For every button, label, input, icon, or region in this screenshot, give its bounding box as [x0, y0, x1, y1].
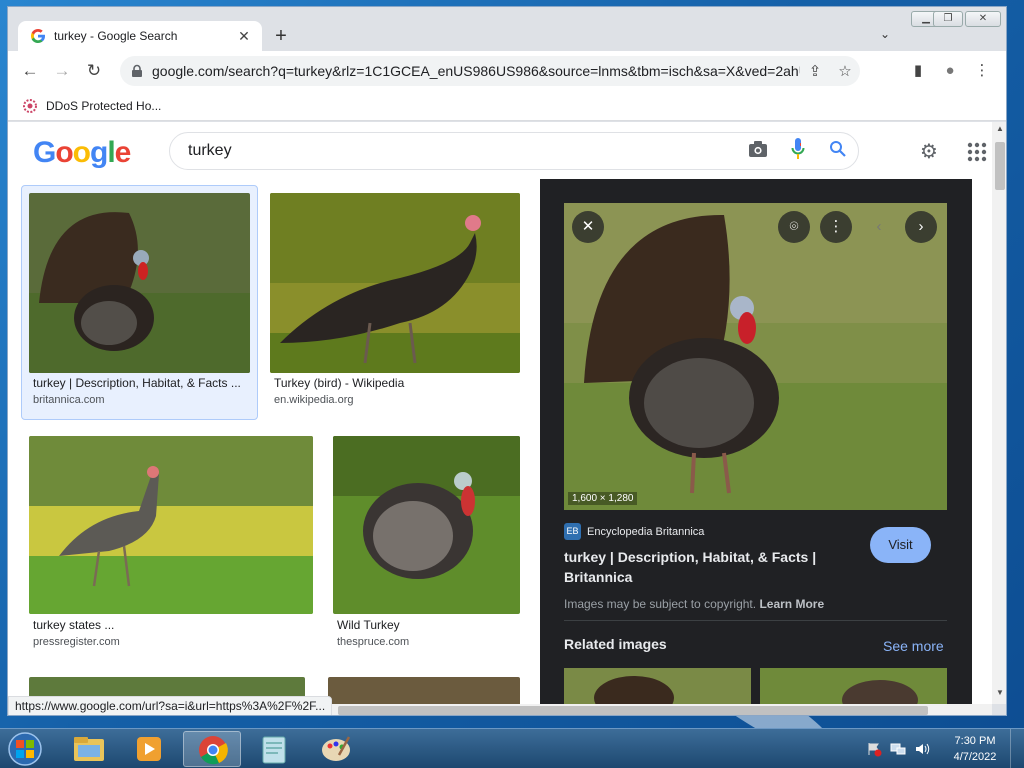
previous-image-icon[interactable]: ‹ — [863, 211, 895, 243]
google-lens-icon[interactable]: ⌾ — [778, 211, 810, 243]
search-box[interactable]: turkey — [169, 132, 859, 170]
scroll-down-arrow-icon[interactable]: ▼ — [992, 688, 1006, 697]
google-header: Google turkey ⚙ — [8, 122, 992, 179]
tab-search-icon[interactable]: ⌄ — [880, 27, 890, 41]
media-player-taskbar-icon[interactable] — [121, 731, 179, 767]
settings-gear-icon[interactable]: ⚙ — [916, 139, 942, 165]
result-title[interactable]: Turkey (bird) - Wikipedia — [274, 376, 514, 390]
close-window-button[interactable]: ✕ — [965, 11, 1001, 27]
preview-image[interactable] — [564, 203, 947, 510]
related-images-heading: Related images — [564, 636, 667, 652]
result-image-turkey-pressregister[interactable] — [29, 436, 313, 614]
result-source: pressregister.com — [33, 636, 120, 648]
status-bar-url: https://www.google.com/url?sa=i&url=http… — [8, 696, 333, 715]
search-input[interactable]: turkey — [188, 142, 738, 160]
address-bar[interactable]: google.com/search?q=turkey&rlz=1C1GCEA_e… — [120, 56, 860, 86]
result-image-turkey-thespruce[interactable] — [333, 436, 520, 614]
browser-toolbar: ← → ↻ google.com/search?q=turkey&rlz=1C1… — [8, 51, 1006, 91]
result-title[interactable]: turkey states ... — [33, 618, 303, 632]
share-icon[interactable]: ⇪ — [800, 62, 830, 80]
url-text[interactable]: google.com/search?q=turkey&rlz=1C1GCEA_e… — [152, 63, 800, 79]
start-button[interactable] — [2, 730, 48, 768]
tab-strip: turkey - Google Search ✕ + ⌄ ▁ ❐ ✕ — [8, 7, 1006, 51]
result-image-partial[interactable] — [328, 677, 520, 704]
browser-window: turkey - Google Search ✕ + ⌄ ▁ ❐ ✕ ← → ↻… — [7, 6, 1007, 716]
result-source: thespruce.com — [337, 636, 410, 648]
ddos-favicon-icon — [23, 98, 37, 113]
tab-close-icon[interactable]: ✕ — [236, 28, 252, 45]
image-dimensions: 1,600 × 1,280 — [568, 492, 638, 505]
source-row[interactable]: EB Encyclopedia Britannica — [564, 523, 704, 540]
system-clock[interactable]: 7:30 PM 4/7/2022 — [945, 733, 1005, 765]
search-icon[interactable] — [818, 140, 858, 163]
lock-icon — [132, 64, 142, 77]
result-image-turkey-wikipedia[interactable] — [270, 193, 520, 373]
microphone-icon[interactable] — [778, 137, 818, 165]
result-source: britannica.com — [33, 394, 105, 406]
britannica-logo-icon: EB — [564, 523, 581, 540]
image-preview-panel: ✕ ⌾ ⋮ ‹ › 1,600 × 1,280 EB Encyclopedia … — [540, 179, 972, 704]
copyright-text: Images may be subject to copyright. — [564, 597, 757, 611]
google-apps-icon[interactable] — [964, 139, 990, 165]
page-viewport: Google turkey ⚙ turkey | Description, Ha… — [8, 122, 992, 704]
google-favicon-icon — [31, 29, 45, 43]
learn-more-link[interactable]: Learn More — [759, 597, 824, 611]
bookmarks-bar: DDoS Protected Ho... — [8, 91, 1006, 121]
new-tab-button[interactable]: + — [270, 25, 292, 47]
camera-search-icon[interactable] — [738, 140, 778, 163]
side-panel-icon[interactable]: ▮ — [905, 58, 931, 84]
show-desktop-button[interactable] — [1010, 729, 1024, 768]
scroll-up-arrow-icon[interactable]: ▲ — [992, 124, 1006, 133]
next-image-icon[interactable]: › — [905, 211, 937, 243]
related-image[interactable] — [564, 668, 751, 704]
page-vertical-scrollbar[interactable]: ▲ ▼ — [992, 122, 1006, 704]
forward-icon[interactable]: → — [48, 57, 76, 85]
network-icon[interactable] — [890, 741, 906, 757]
horizontal-scroll-thumb[interactable] — [338, 706, 928, 715]
tab-google-search[interactable]: turkey - Google Search ✕ — [18, 21, 262, 51]
see-more-link[interactable]: See more — [883, 638, 944, 654]
volume-icon[interactable] — [914, 741, 930, 757]
bookmark-ddos-protected[interactable]: DDoS Protected Ho... — [46, 99, 161, 113]
related-image[interactable] — [760, 668, 947, 704]
image-results-grid: turkey | Description, Habitat, & Facts .… — [8, 179, 538, 704]
source-name[interactable]: Encyclopedia Britannica — [587, 526, 704, 538]
back-icon[interactable]: ← — [16, 57, 44, 85]
profile-icon[interactable]: ● — [937, 58, 963, 84]
result-title[interactable]: Wild Turkey — [337, 618, 517, 632]
explorer-taskbar-icon[interactable] — [60, 731, 118, 767]
result-image-turkey-britannica[interactable] — [29, 193, 250, 373]
paint-taskbar-icon[interactable] — [307, 731, 365, 767]
result-title[interactable]: turkey | Description, Habitat, & Facts .… — [33, 376, 248, 390]
visit-button[interactable]: Visit — [870, 527, 931, 563]
chrome-taskbar-icon[interactable] — [183, 731, 241, 767]
clock-time: 7:30 PM — [954, 735, 996, 747]
bookmark-star-icon[interactable]: ☆ — [830, 62, 860, 80]
tab-title: turkey - Google Search — [54, 29, 178, 43]
restore-button[interactable]: ❐ — [933, 11, 963, 27]
clock-date: 4/7/2022 — [953, 751, 997, 763]
windows-taskbar: 7:30 PM 4/7/2022 — [0, 728, 1024, 768]
google-logo[interactable]: Google — [33, 136, 131, 170]
browser-menu-icon[interactable]: ⋮ — [969, 58, 995, 84]
notepad-taskbar-icon[interactable] — [245, 731, 303, 767]
result-source: en.wikipedia.org — [274, 394, 354, 406]
page-scroll-thumb[interactable] — [995, 142, 1005, 190]
panel-divider — [564, 620, 947, 621]
close-preview-icon[interactable]: ✕ — [572, 211, 604, 243]
preview-title[interactable]: turkey | Description, Habitat, & Facts |… — [564, 547, 854, 587]
reload-icon[interactable]: ↻ — [80, 57, 108, 85]
action-center-flag-icon[interactable] — [866, 741, 882, 757]
copyright-notice: Images may be subject to copyright. Lear… — [564, 597, 824, 611]
more-options-icon[interactable]: ⋮ — [820, 211, 852, 243]
